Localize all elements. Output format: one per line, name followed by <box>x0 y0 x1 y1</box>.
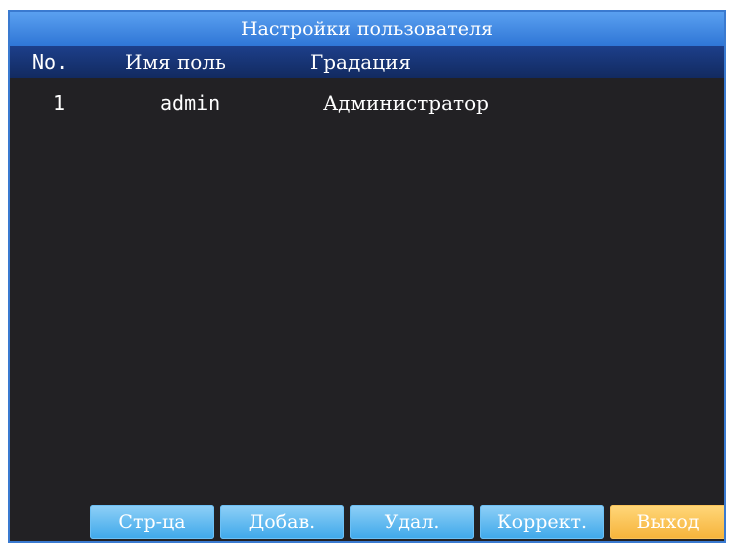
table-header: No. Имя поль Градация <box>10 46 724 78</box>
title-bar: Настройки пользователя <box>10 12 724 46</box>
page-button[interactable]: Стр-ца <box>90 505 214 539</box>
add-button[interactable]: Добав. <box>220 505 344 539</box>
button-bar: Стр-ца Добав. Удал. Коррект. Выход <box>10 501 724 541</box>
column-header-no: No. <box>32 50 69 74</box>
row-grade: Администратор <box>323 91 489 115</box>
delete-button[interactable]: Удал. <box>350 505 474 539</box>
page-title: Настройки пользователя <box>240 18 494 40</box>
edit-button[interactable]: Коррект. <box>480 505 604 539</box>
user-settings-screen: Настройки пользователя No. Имя поль Град… <box>8 10 726 543</box>
column-header-name: Имя поль <box>125 50 226 74</box>
column-header-grade: Градация <box>310 50 412 74</box>
exit-button[interactable]: Выход <box>610 505 724 539</box>
row-no: 1 <box>53 91 66 115</box>
row-name: admin <box>160 91 221 115</box>
table-row[interactable]: 1 admin Администратор <box>10 86 724 120</box>
